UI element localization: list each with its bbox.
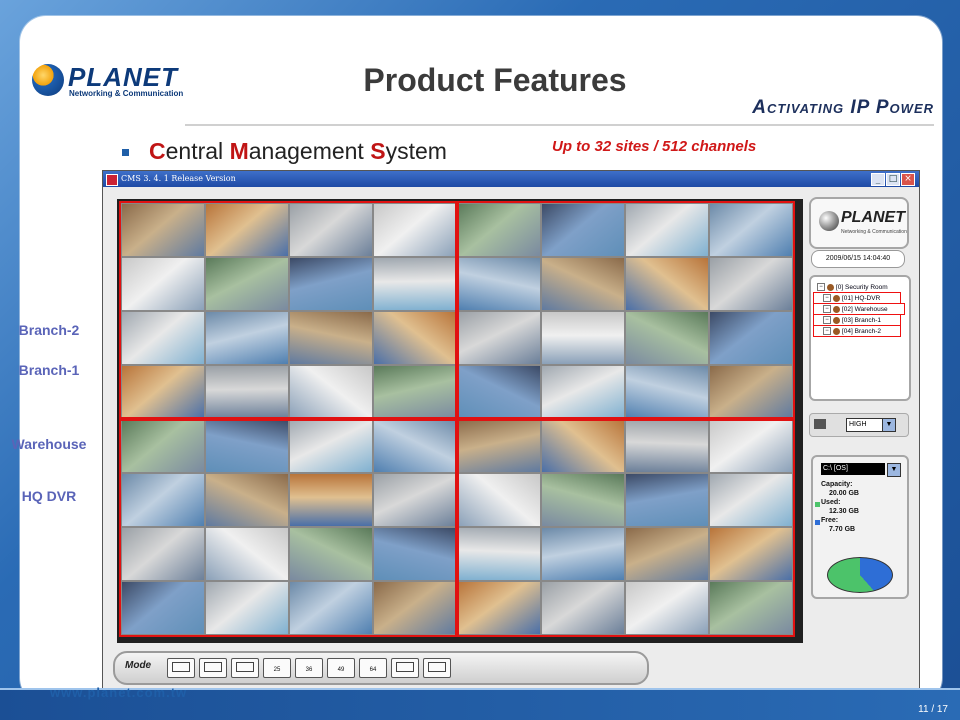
app-icon: [106, 174, 118, 186]
bullet-square-icon: [122, 149, 129, 157]
capacity-value: 20.00 GB: [829, 490, 859, 497]
fullscreen-button[interactable]: [423, 658, 451, 678]
site-label-warehouse: Warehouse: [11, 436, 87, 452]
mode-toolbar: Mode 25 36 49 64: [113, 651, 649, 685]
disk-usage-pie: [827, 557, 893, 593]
mode-button-64[interactable]: 64: [359, 658, 387, 678]
sequence-button[interactable]: [391, 658, 419, 678]
maximize-button[interactable]: □: [886, 173, 900, 186]
used-legend-icon: [815, 502, 820, 507]
capacity-note: Up to 32 sites / 512 channels: [552, 138, 757, 155]
word-ystem: ystem: [385, 138, 447, 164]
brand-tagline: Activating IP Power: [752, 97, 934, 118]
mode-button-16[interactable]: [231, 658, 259, 678]
footer-url[interactable]: www.planet.com.tw: [50, 685, 187, 700]
tree-highlight-branch-2: [813, 325, 901, 337]
datetime-display: 2009/06/15 14:04:40: [811, 250, 905, 268]
monitor-icon: [814, 419, 826, 429]
initial-s: S: [370, 138, 386, 164]
arrows-icon: [396, 662, 414, 672]
site-label-hq-dvr: HQ DVR: [21, 488, 77, 504]
minimize-button[interactable]: _: [871, 173, 885, 186]
free-legend-icon: [815, 520, 820, 525]
site-frame-branch-1: [455, 201, 795, 421]
panel-logo-wordmark: PLANET: [841, 209, 905, 226]
header-divider: [185, 124, 934, 126]
side-panel: PLANET Networking & Communication 2009/0…: [809, 197, 913, 657]
word-anagement: anagement: [248, 138, 371, 164]
mode-button-label: 25: [273, 667, 281, 673]
collapse-icon[interactable]: −: [817, 283, 825, 292]
site-frame-branch-2: [119, 201, 459, 421]
panel-logo-tagline: Networking & Communication: [841, 229, 907, 235]
grid-icon: [236, 662, 254, 672]
mode-button-4[interactable]: [167, 658, 195, 678]
cms-titlebar[interactable]: CMS 3. 4. 1 Release Version _ □ ×: [103, 171, 919, 187]
mode-button-label: 49: [337, 667, 345, 673]
mode-button-9[interactable]: [199, 658, 227, 678]
site-status-icon: [827, 283, 834, 291]
grid-icon: [204, 662, 222, 672]
feature-bullet: Central Management System: [122, 138, 447, 165]
site-label-branch-2: Branch-2: [18, 322, 80, 338]
free-label: Free:: [821, 517, 839, 524]
mode-button-49[interactable]: 49: [327, 658, 355, 678]
quality-select[interactable]: HIGH: [846, 418, 884, 432]
close-button[interactable]: ×: [901, 173, 915, 186]
word-entral: entral: [165, 138, 230, 164]
used-label: Used:: [821, 499, 841, 506]
chevron-down-icon[interactable]: ▼: [882, 418, 896, 432]
drive-select[interactable]: C:\ [OS]: [821, 463, 885, 475]
mode-button-25[interactable]: 25: [263, 658, 291, 678]
initial-m: M: [229, 138, 249, 164]
panel-logo: PLANET Networking & Communication: [809, 197, 909, 249]
panel-globe-icon: [819, 211, 839, 231]
mode-button-label: 36: [305, 667, 313, 673]
grid-icon: [172, 662, 190, 672]
site-frame-hq-dvr: [119, 417, 459, 637]
capacity-label: Capacity:: [821, 481, 853, 488]
used-value: 12.30 GB: [829, 508, 859, 515]
initial-c: C: [149, 138, 166, 164]
site-label-branch-1: Branch-1: [18, 362, 80, 378]
cms-window: CMS 3. 4. 1 Release Version _ □ × PLANET…: [102, 170, 920, 692]
page-number: 11 / 17: [918, 704, 948, 715]
mode-button-36[interactable]: 36: [295, 658, 323, 678]
quality-control: HIGH ▼: [809, 413, 909, 437]
disk-info-panel: C:\ [OS] ▼ Capacity: 20.00 GB Used: 12.3…: [811, 455, 909, 599]
tree-item-label: [0] Security Room: [836, 284, 888, 291]
free-value: 7.70 GB: [829, 526, 856, 533]
cms-window-title: CMS 3. 4. 1 Release Version: [121, 174, 236, 183]
site-tree: − [0] Security Room − [01] HQ-DVR − [02] Wa…: [809, 275, 911, 401]
video-wall: [117, 199, 803, 643]
site-frame-warehouse: [455, 417, 795, 637]
mode-label: Mode: [125, 660, 152, 671]
window-icon: [428, 662, 446, 672]
mode-button-label: 64: [369, 667, 377, 673]
page-title: Product Features: [363, 62, 627, 98]
chevron-down-icon[interactable]: ▼: [887, 463, 901, 477]
